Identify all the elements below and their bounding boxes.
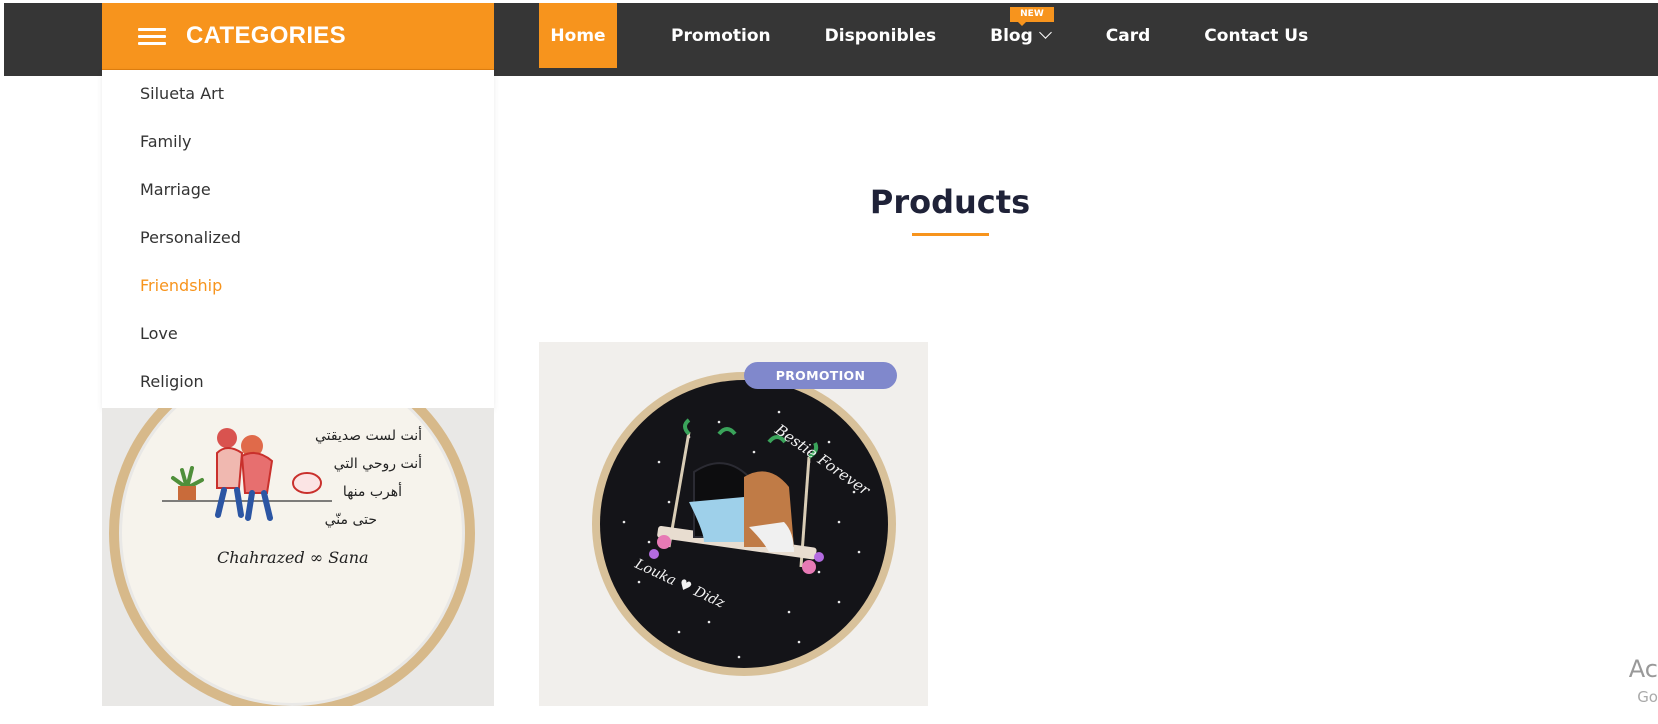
nav-card[interactable]: Card (1106, 3, 1151, 68)
category-item-love[interactable]: Love (140, 324, 178, 343)
activation-watermark-line2: Go (1637, 688, 1658, 706)
nav-disponibles-label: Disponibles (824, 25, 937, 46)
product-image-text-line: أهرب منها (343, 482, 402, 500)
chevron-down-icon (1038, 26, 1052, 39)
category-item-friendship[interactable]: Friendship (140, 276, 222, 295)
categories-dropdown: Silueta Art Family Marriage Personalized… (102, 70, 494, 408)
nav-contact-label: Contact Us (1204, 25, 1309, 46)
nav-card-label: Card (1105, 25, 1151, 46)
category-item-personalized[interactable]: Personalized (140, 228, 241, 247)
page-title: Products (869, 183, 1031, 221)
category-item-marriage[interactable]: Marriage (140, 180, 211, 199)
activation-watermark-line1: Ac (1628, 655, 1658, 683)
product-image-text-line: أنت لست صديقتي (315, 426, 422, 444)
main-nav: Home Promotion Disponibles NEW Blog Card… (539, 3, 1308, 68)
product-image-text-line: أنت روحي التي (334, 454, 422, 472)
nav-home-label: Home (550, 25, 606, 46)
product-image: أنت لست صديقتي أنت روحي التي أهرب منها ح… (102, 408, 494, 706)
nav-disponibles[interactable]: Disponibles (825, 3, 936, 68)
product-image: Bestie Forever Louka ♥ Didz (539, 342, 928, 706)
nav-home[interactable]: Home (539, 3, 617, 68)
nav-blog[interactable]: NEW Blog (990, 3, 1054, 68)
nav-blog-label: Blog (990, 25, 1033, 46)
category-item-silueta-art[interactable]: Silueta Art (140, 84, 224, 103)
nav-contact-us[interactable]: Contact Us (1204, 3, 1308, 68)
nav-promotion[interactable]: Promotion (671, 3, 771, 68)
product-image-names: Chahrazed ∞ Sana (217, 548, 369, 567)
hamburger-menu-icon (138, 24, 166, 49)
new-badge: NEW (1010, 7, 1054, 26)
categories-label: CATEGORIES (186, 22, 346, 49)
product-image-text-line: حتى منّي (325, 512, 377, 528)
product-card[interactable]: أنت لست صديقتي أنت روحي التي أهرب منها ح… (102, 408, 494, 706)
category-item-family[interactable]: Family (140, 132, 191, 151)
categories-menu-button[interactable]: CATEGORIES (102, 3, 494, 70)
nav-promotion-label: Promotion (671, 25, 771, 46)
product-card[interactable]: Bestie Forever Louka ♥ Didz (539, 342, 928, 706)
title-underline (912, 233, 989, 236)
promotion-badge: PROMOTION (744, 362, 897, 389)
category-item-religion[interactable]: Religion (140, 372, 204, 391)
